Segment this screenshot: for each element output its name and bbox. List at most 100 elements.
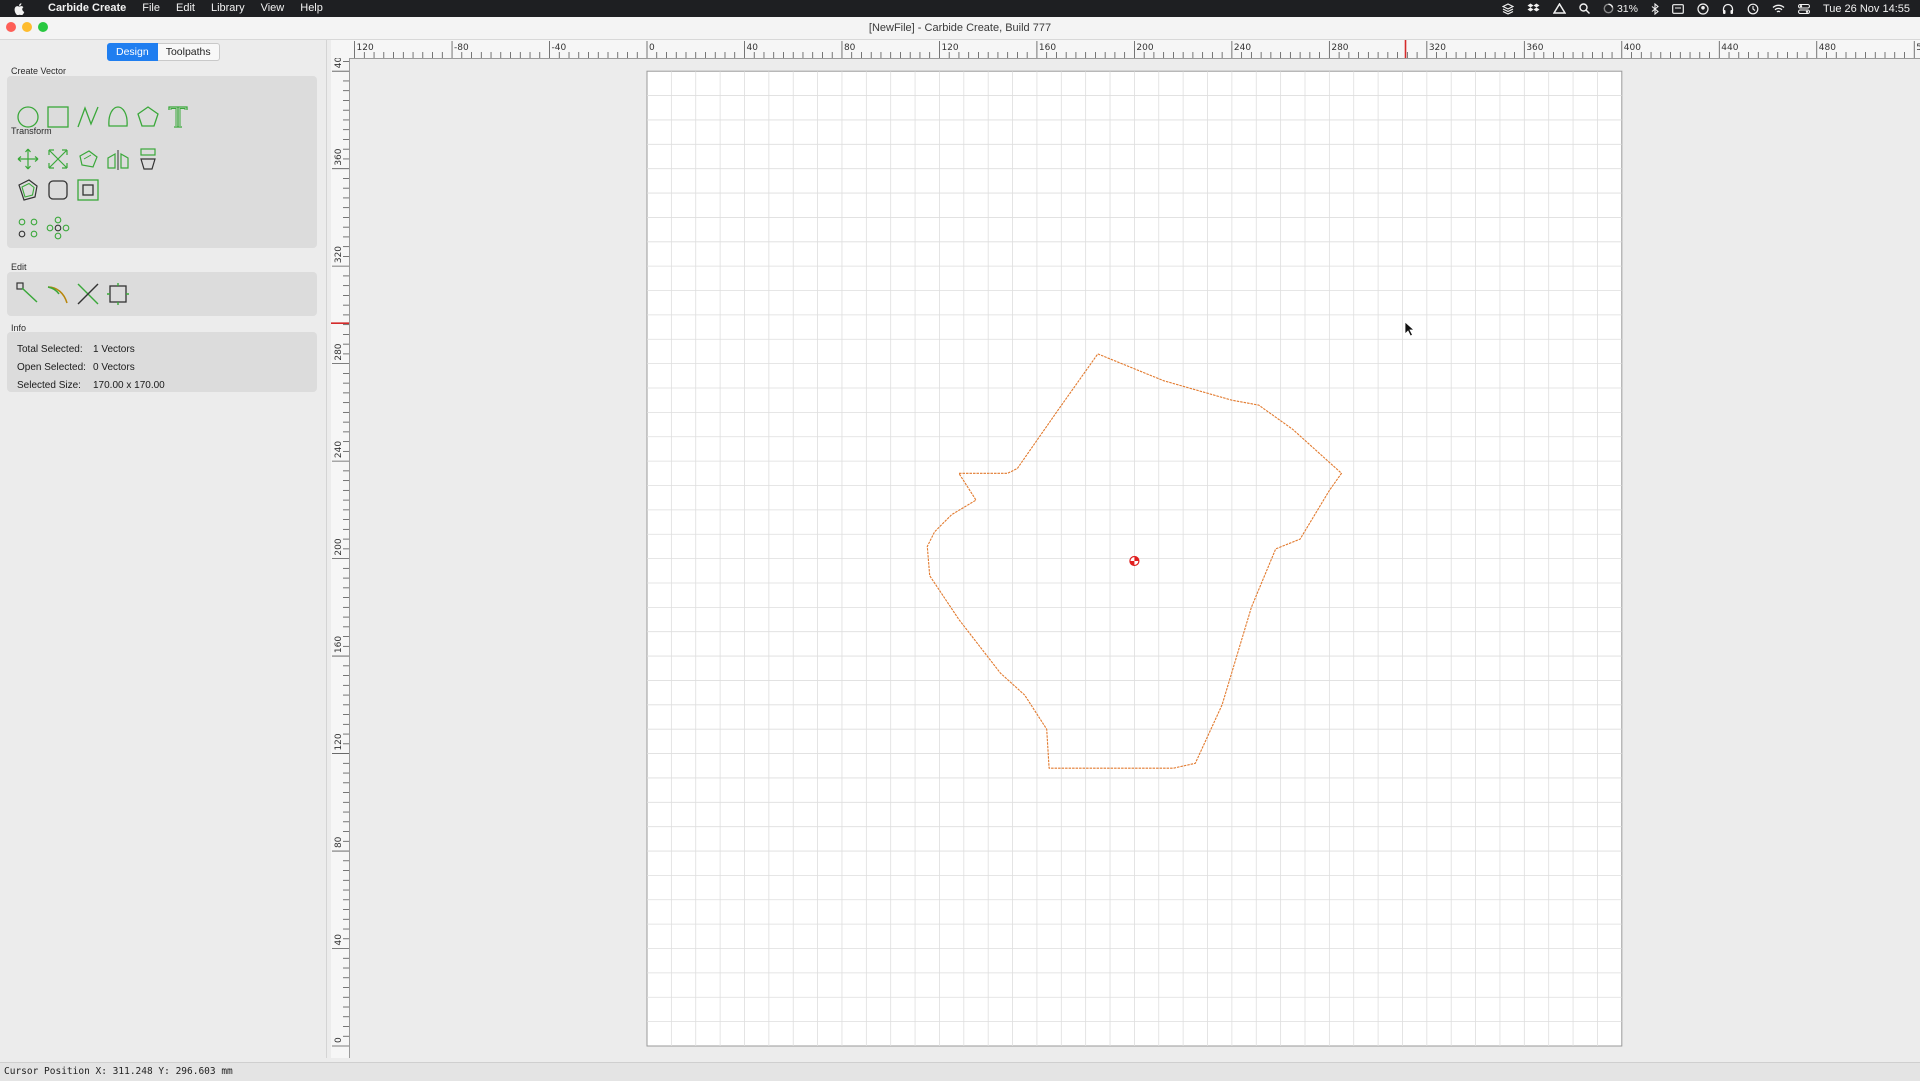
curve-tool-button[interactable] [105,104,131,130]
time-machine-icon[interactable] [1747,3,1759,15]
design-canvas[interactable] [350,59,1920,1058]
tab-toolpaths[interactable]: Toolpaths [157,43,220,61]
ruler-tick-label: 200 [1136,43,1153,53]
status-bar: Cursor Position X: 311.248 Y: 296.603 mm [0,1062,1920,1081]
file-menu[interactable]: File [134,0,168,17]
mirror-tool-button[interactable] [105,146,131,172]
stack-icon[interactable] [1501,2,1514,15]
rotate-icon [79,150,98,168]
ruler-tick-label: 320 [1429,43,1446,53]
grid-array-tool-button[interactable] [45,215,71,241]
info-key: Open Selected: [17,362,86,373]
ruler-tick-label: 520 [1916,43,1920,53]
move-icon [17,148,39,170]
control-center-icon[interactable] [1797,3,1810,14]
mirror-icon [107,150,129,170]
headphones-icon[interactable] [1722,3,1734,15]
design-panel: Design Toolpaths Create Vector Transform [0,40,327,1058]
ruler-tick-label: 360 [334,148,344,165]
info-key: Total Selected: [17,344,83,355]
ruler-tick-label: 40 [334,934,344,946]
ruler-tick-label: 280 [334,343,344,360]
bluetooth-icon[interactable] [1651,2,1659,15]
ruler-tick-label: 240 [1234,43,1251,53]
cloud-sync-icon[interactable] [1552,3,1566,14]
view-menu[interactable]: View [253,0,293,17]
ruler-tick-label: 320 [334,246,344,263]
wifi-icon[interactable] [1772,4,1785,14]
trim-tool-button[interactable] [45,281,71,307]
bounding-box-tool-button[interactable] [105,281,131,307]
cut-tool-button[interactable] [75,281,101,307]
mouse-pointer-icon [1404,321,1416,337]
dropbox-icon[interactable] [1527,3,1540,14]
node-edit-tool-button[interactable] [15,281,41,307]
fillet-tool-button[interactable] [45,177,71,203]
polyline-tool-button[interactable] [75,104,101,130]
circular-array-tool-button[interactable] [15,215,41,241]
boolean-icon [77,179,99,201]
ruler-tick-label: 160 [334,636,344,653]
ruler-tick-label: 160 [1039,43,1056,53]
boolean-tool-button[interactable] [75,177,101,203]
ruler-tick-label: 440 [1721,43,1738,53]
ruler-tick-label: -40 [552,43,567,53]
circular-array-icon [18,218,38,238]
polygon-tool-button[interactable] [135,104,161,130]
panel-tabs: Design Toolpaths [107,43,220,61]
create-vector-label: Create Vector [11,66,67,76]
info-total-selected: Total Selected: 1 Vectors [17,344,135,355]
ruler-tick-label: 400 [1624,43,1641,53]
battery-percent: 31% [1616,2,1638,15]
app-menu[interactable]: Carbide Create [40,0,134,17]
info-value: 170.00 x 170.00 [93,380,165,391]
macos-menu-bar: Carbide Create File Edit Library View He… [0,0,1920,17]
vertical-ruler[interactable]: 400 360 320 280 240 200 160 120 80 40 0 [331,58,350,1058]
ruler-tick-label: 0 [649,43,655,53]
ruler-tick-label: 360 [1526,43,1543,53]
offset-icon [18,179,38,201]
ruler-tick-label: 280 [1331,43,1348,53]
offset-tool-button[interactable] [15,177,41,203]
ruler-tick-label: 0 [334,1037,344,1043]
canvas-drawing [646,70,1623,1047]
cursor-position-readout: Cursor Position X: 311.248 Y: 296.603 mm [4,1066,233,1077]
ruler-tick-label: 240 [334,441,344,458]
window-title-bar: [NewFile] - Carbide Create, Build 777 [0,17,1920,40]
polyline-icon [77,106,99,128]
search-icon[interactable] [1579,3,1590,14]
horizontal-ruler[interactable]: 120 -80 -40 0 40 80 120 160 200 240 280 320 360 400 44… [331,40,1920,59]
apple-menu-icon[interactable] [14,2,30,15]
tab-design[interactable]: Design [107,43,158,61]
horizontal-ruler-ticks: 120 -80 -40 0 40 80 120 160 200 240 280 320 360 400 44… [354,40,1920,58]
selection-center-marker [1129,555,1140,567]
scale-tool-button[interactable] [45,146,71,172]
text-tool-button[interactable] [165,104,191,130]
user-icon[interactable] [1697,2,1709,15]
text-icon [168,106,188,128]
menu-clock[interactable]: Tue 26 Nov 14:55 [1823,3,1910,15]
ruler-tick-label: 480 [1819,43,1836,53]
battery-status[interactable]: 31% [1603,3,1638,15]
ruler-tick-label: 40 [746,43,758,53]
info-key: Selected Size: [17,380,81,391]
transform-section [7,136,317,248]
trim-icon [47,286,68,304]
ruler-tick-label: 400 [334,58,344,68]
ruler-tick-label: 120 [941,43,958,53]
bounding-box-icon [107,283,129,305]
display-icon[interactable] [1672,3,1684,14]
info-open-selected: Open Selected: 0 Vectors [17,362,135,373]
align-icon [140,148,156,170]
battery-ring-icon [1603,3,1614,14]
move-tool-button[interactable] [15,146,41,172]
rotate-tool-button[interactable] [75,146,101,172]
vertical-ruler-ticks: 40036032028024020016012080400 [331,58,349,1047]
edit-menu[interactable]: Edit [168,0,203,17]
curve-icon [108,106,128,127]
ruler-tick-label: 200 [334,538,344,555]
help-menu[interactable]: Help [292,0,331,17]
polygon-icon [137,106,159,127]
library-menu[interactable]: Library [203,0,253,17]
align-tool-button[interactable] [135,146,161,172]
